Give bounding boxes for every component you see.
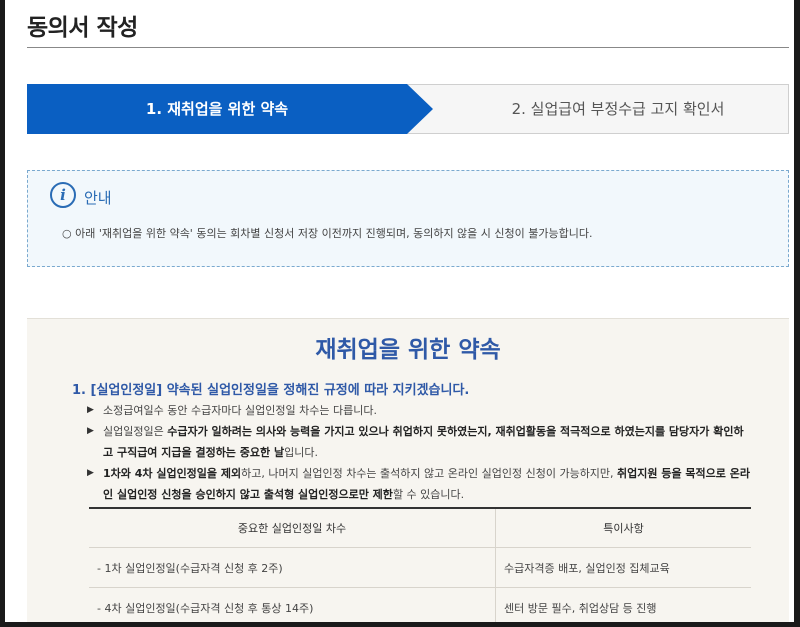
bullet-item-2: ▶ 실업일정일은 수급자가 일하려는 의사와 능력을 가지고 있으나 취업하지 … — [87, 421, 752, 463]
promise-section: 재취업을 위한 약속 1. [실업인정일] 약속된 실업인정일을 정해진 규정에… — [27, 318, 789, 622]
notice-title: 안내 — [84, 189, 112, 207]
bullet-segment: 하고, 나머지 실업인정 차수는 출석하지 않고 온라인 실업인정 신청이 가능… — [241, 467, 618, 480]
table-row: - 1차 실업인정일(수급자격 신청 후 2주) 수급자격증 배포, 실업인정 … — [89, 547, 751, 588]
step-indicator: 1. 재취업을 위한 약속 2. 실업급여 부정수급 고지 확인서 — [27, 84, 789, 134]
step-1-label: 1. 재취업을 위한 약속 — [145, 100, 289, 118]
info-icon: i — [50, 182, 76, 208]
title-divider — [27, 47, 789, 48]
bullet-segment: 할 수 있습니다. — [392, 488, 465, 501]
table-header-round: 중요한 실업인정일 차수 — [89, 508, 496, 548]
section-heading: 1. [실업인정일] 약속된 실업인정일을 정해진 규정에 따라 지키겠습니다. — [72, 383, 470, 398]
bullet-emphasis: 1차와 4차 실업인정일을 제외 — [103, 467, 242, 480]
notice-text: ○ 아래 '재취업을 위한 약속' 동의는 회차별 신청서 저장 이전까지 진행… — [62, 227, 593, 240]
table-header-notes: 특이사항 — [495, 508, 751, 548]
bullet-item-1: ▶ 소정급여일수 동안 수급자마다 실업인정일 차수는 다릅니다. — [87, 400, 752, 421]
table-cell: 센터 방문 필수, 취업상담 등 진행 — [495, 587, 751, 622]
table-cell: - 4차 실업인정일(수급자격 신청 후 통상 14주) — [89, 587, 496, 622]
bullet-arrow-icon: ▶ — [87, 405, 94, 415]
promise-title: 재취업을 위한 약속 — [315, 337, 501, 363]
bullet-segment: 소정급여일수 동안 수급자마다 실업인정일 차수는 다릅니다. — [103, 404, 377, 417]
step-2[interactable]: 2. 실업급여 부정수급 고지 확인서 — [448, 85, 788, 133]
bullet-text: 1차와 4차 실업인정일을 제외하고, 나머지 실업인정 차수는 출석하지 않고… — [87, 463, 752, 505]
bullet-text: 소정급여일수 동안 수급자마다 실업인정일 차수는 다릅니다. — [87, 400, 752, 421]
notice-box: i 안내 ○ 아래 '재취업을 위한 약속' 동의는 회차별 신청서 저장 이전… — [27, 170, 789, 267]
page-title: 동의서 작성 — [27, 15, 138, 41]
step-1-active[interactable]: 1. 재취업을 위한 약속 — [27, 84, 435, 134]
bullet-emphasis: 수급자가 일하려는 의사와 능력을 가지고 있으나 취업하지 못하였는지, 재취… — [103, 425, 744, 459]
bullet-segment: 입니다. — [284, 446, 318, 459]
important-dates-table: 중요한 실업인정일 차수 특이사항 - 1차 실업인정일(수급자격 신청 후 2… — [89, 507, 751, 622]
table-cell: 수급자격증 배포, 실업인정 집체교육 — [495, 547, 751, 588]
bullet-text: 실업일정일은 수급자가 일하려는 의사와 능력을 가지고 있으나 취업하지 못하… — [87, 421, 752, 463]
bullet-arrow-icon: ▶ — [87, 468, 94, 478]
table-cell: - 1차 실업인정일(수급자격 신청 후 2주) — [89, 547, 496, 588]
bullet-item-3: ▶ 1차와 4차 실업인정일을 제외하고, 나머지 실업인정 차수는 출석하지 … — [87, 463, 752, 505]
table-row: - 4차 실업인정일(수급자격 신청 후 통상 14주) 센터 방문 필수, 취… — [89, 587, 751, 622]
consent-page: 동의서 작성 1. 재취업을 위한 약속 2. 실업급여 부정수급 고지 확인서… — [5, 0, 794, 622]
bullet-segment: 실업일정일은 — [103, 425, 168, 438]
bullet-arrow-icon: ▶ — [87, 426, 94, 436]
